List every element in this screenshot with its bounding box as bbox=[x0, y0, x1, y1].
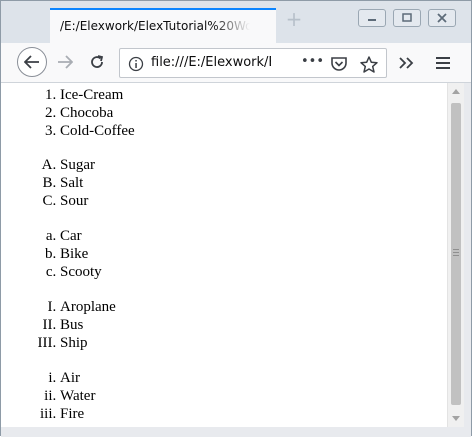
maximize-button[interactable] bbox=[393, 9, 421, 27]
address-bar[interactable]: file:///E:/Elexwork/E ••• bbox=[119, 48, 387, 78]
hamburger-menu-icon[interactable] bbox=[435, 55, 451, 74]
list-item: Salt bbox=[60, 174, 95, 192]
list-item: Aroplane bbox=[60, 298, 116, 316]
new-tab-button[interactable]: + bbox=[285, 9, 303, 29]
close-button[interactable] bbox=[428, 9, 456, 27]
overflow-chevron-icon[interactable] bbox=[398, 55, 414, 74]
forward-arrow-icon bbox=[58, 55, 73, 69]
list-item: Ice-Cream bbox=[60, 86, 135, 104]
page-content: Ice-Cream Chocoba Cold-Coffee Sugar Salt… bbox=[1, 83, 447, 427]
grip-icon bbox=[453, 249, 459, 258]
upper-roman-list: Aroplane Bus Ship bbox=[60, 298, 116, 352]
lower-alpha-list: Car Bike Scooty bbox=[60, 227, 102, 281]
forward-button[interactable] bbox=[50, 47, 80, 77]
list-item: Water bbox=[60, 387, 95, 405]
reload-icon bbox=[91, 55, 104, 68]
page-actions-menu[interactable]: ••• bbox=[301, 54, 324, 69]
url-text: file:///E:/Elexwork/E bbox=[151, 55, 271, 70]
navigation-toolbar: file:///E:/Elexwork/E ••• bbox=[1, 43, 471, 83]
minimize-icon bbox=[368, 19, 376, 21]
pocket-icon[interactable] bbox=[330, 56, 348, 76]
vertical-scrollbar[interactable] bbox=[447, 83, 464, 427]
list-item: Sugar bbox=[60, 156, 95, 174]
list-item: Car bbox=[60, 227, 102, 245]
close-icon bbox=[437, 13, 447, 23]
info-icon[interactable] bbox=[128, 56, 144, 76]
list-item: Cold-Coffee bbox=[60, 122, 135, 140]
maximize-icon bbox=[402, 13, 412, 22]
list-item: Air bbox=[60, 369, 95, 387]
list-item: Bike bbox=[60, 245, 102, 263]
active-tab[interactable]: /E:/Elexwork/ElexTutorial%20Work% bbox=[50, 8, 276, 43]
reload-button[interactable] bbox=[82, 47, 112, 77]
browser-window: /E:/Elexwork/ElexTutorial%20Work% + file… bbox=[0, 0, 472, 437]
numbered-list: Ice-Cream Chocoba Cold-Coffee bbox=[60, 86, 135, 140]
list-item: Sour bbox=[60, 192, 95, 210]
scroll-down-arrow[interactable] bbox=[452, 416, 460, 421]
list-item: Scooty bbox=[60, 263, 102, 281]
scroll-up-arrow[interactable] bbox=[452, 89, 460, 94]
minimize-button[interactable] bbox=[358, 9, 386, 27]
lower-roman-list: Air Water Fire bbox=[60, 369, 95, 423]
bookmark-star-icon[interactable] bbox=[360, 56, 378, 77]
back-button[interactable] bbox=[17, 47, 47, 77]
title-bar: /E:/Elexwork/ElexTutorial%20Work% + bbox=[1, 1, 471, 43]
window-bottom-edge bbox=[1, 427, 471, 437]
list-item: Fire bbox=[60, 405, 95, 423]
scrollbar-thumb[interactable] bbox=[451, 103, 461, 405]
list-item: Ship bbox=[60, 334, 116, 352]
tab-title: /E:/Elexwork/ElexTutorial%20Work% bbox=[60, 19, 250, 33]
back-arrow-icon bbox=[24, 55, 39, 69]
list-item: Chocoba bbox=[60, 104, 135, 122]
list-item: Bus bbox=[60, 316, 116, 334]
upper-alpha-list: Sugar Salt Sour bbox=[60, 156, 95, 210]
